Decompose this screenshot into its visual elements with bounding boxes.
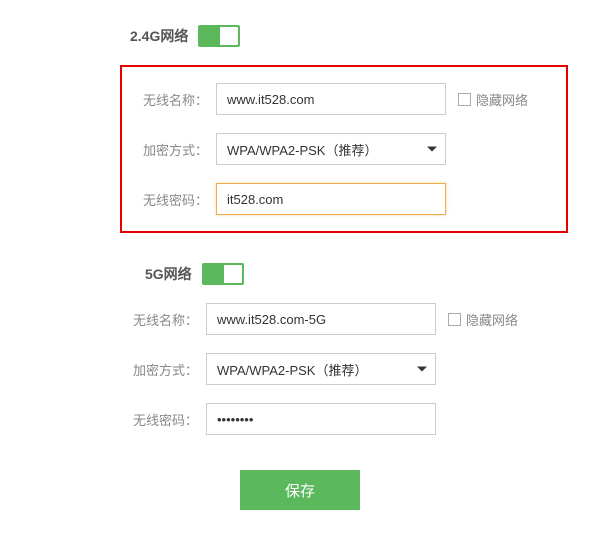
band24-password-input[interactable] — [216, 183, 446, 215]
band5-ssid-input[interactable] — [206, 303, 436, 335]
band24-title: 2.4G网络 — [130, 26, 188, 46]
chevron-down-icon — [417, 367, 427, 372]
band5-password-row: 无线密码： — [120, 403, 568, 435]
band24-ssid-label: 无线名称： — [130, 90, 208, 109]
band5-hide-label: 隐藏网络 — [466, 310, 518, 329]
band24-ssid-input[interactable] — [216, 83, 446, 115]
band5-encryption-label: 加密方式： — [120, 360, 198, 379]
band5-header: 5G网络 — [0, 263, 600, 285]
band24-hide-label: 隐藏网络 — [476, 90, 528, 109]
band5-ssid-row: 无线名称： 隐藏网络 — [120, 303, 568, 335]
band5-password-input[interactable] — [206, 403, 436, 435]
band5-toggle[interactable] — [202, 263, 244, 285]
band24-encryption-row: 加密方式： WPA/WPA2-PSK（推荐） — [122, 133, 566, 165]
band24-toggle[interactable] — [198, 25, 240, 47]
checkbox-icon — [458, 93, 471, 106]
band24-password-label: 无线密码： — [130, 190, 208, 209]
band24-hide-checkbox-wrap[interactable]: 隐藏网络 — [458, 90, 528, 109]
band5-encryption-value: WPA/WPA2-PSK（推荐） — [217, 360, 407, 379]
checkbox-icon — [448, 313, 461, 326]
band24-header: 2.4G网络 — [0, 25, 600, 47]
band5-encryption-row: 加密方式： WPA/WPA2-PSK（推荐） — [120, 353, 568, 385]
band24-settings-box: 无线名称： 隐藏网络 加密方式： WPA/WPA2-PSK（推荐） 无线密码： — [120, 65, 568, 233]
band5-ssid-label: 无线名称： — [120, 310, 198, 329]
band5-settings-group: 无线名称： 隐藏网络 加密方式： WPA/WPA2-PSK（推荐） 无线密码： — [120, 303, 568, 435]
actions-row: 保存 — [0, 470, 600, 510]
band24-password-row: 无线密码： — [122, 183, 566, 215]
band5-title: 5G网络 — [145, 264, 192, 284]
band24-encryption-label: 加密方式： — [130, 140, 208, 159]
band5-password-label: 无线密码： — [120, 410, 198, 429]
band24-ssid-row: 无线名称： 隐藏网络 — [122, 83, 566, 115]
chevron-down-icon — [427, 147, 437, 152]
save-button[interactable]: 保存 — [240, 470, 360, 510]
band5-encryption-select[interactable]: WPA/WPA2-PSK（推荐） — [206, 353, 436, 385]
band24-encryption-value: WPA/WPA2-PSK（推荐） — [227, 140, 417, 159]
band24-encryption-select[interactable]: WPA/WPA2-PSK（推荐） — [216, 133, 446, 165]
band5-hide-checkbox-wrap[interactable]: 隐藏网络 — [448, 310, 518, 329]
